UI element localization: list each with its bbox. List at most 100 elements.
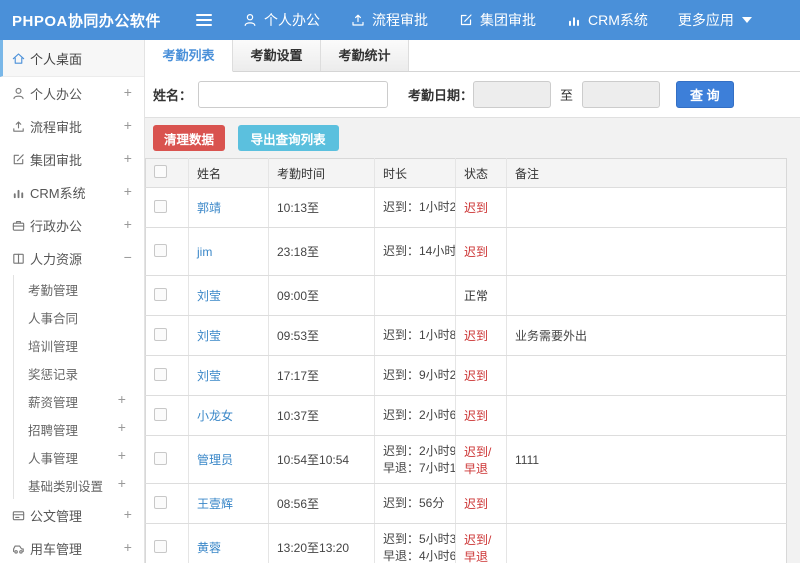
attendance-table: 姓名考勤时间时长状态备注 郭靖 10:13至迟到：1小时22分迟到 jim 23:18… xyxy=(145,158,787,563)
user-icon xyxy=(244,13,256,26)
date-from-input[interactable] xyxy=(473,81,552,108)
expander-icon[interactable]: + xyxy=(118,421,126,437)
topnav-item-1[interactable]: 个人办公 xyxy=(242,10,320,30)
expander-icon[interactable]: + xyxy=(124,541,132,557)
hamburger-menu-icon[interactable] xyxy=(196,14,212,26)
employee-name-link[interactable]: 刘莹 xyxy=(197,369,221,383)
time-cell: 08:56至 xyxy=(268,483,375,524)
duration-cell: 迟到：1小时88分 xyxy=(374,315,456,356)
topnav-item-4[interactable]: CRM系统 xyxy=(566,10,648,30)
sidebar-subitem[interactable]: 人事管理 + xyxy=(14,443,144,471)
duration-cell: 迟到：2小时90分早退：7小时10分 xyxy=(374,435,456,484)
name-cell: 小龙女 xyxy=(188,395,269,436)
sidebar-subitem[interactable]: 奖惩记录 xyxy=(14,359,144,387)
user-icon xyxy=(12,87,24,100)
app-title: PHPOA协同办公软件 xyxy=(12,12,161,30)
row-checkbox[interactable] xyxy=(154,451,167,465)
main-content: 考勤列表 考勤设置 考勤统计 姓名： 考勤日期： 至 查 询 清理数据 导出查询列表… xyxy=(145,40,800,563)
status-badge: 迟到 xyxy=(464,245,489,259)
select-all-checkbox[interactable] xyxy=(154,165,167,178)
employee-name-link[interactable]: 小龙女 xyxy=(197,409,233,423)
status-badge: 迟到 xyxy=(464,329,489,343)
sidebar-subitem[interactable]: 招聘管理 + xyxy=(14,415,144,443)
employee-name-link[interactable]: 黄蓉 xyxy=(197,541,221,555)
name-cell: 黄蓉 xyxy=(188,523,269,563)
sidebar-subitem[interactable]: 考勤管理 xyxy=(14,275,144,303)
sidebar-item[interactable]: 个人桌面 xyxy=(0,40,144,77)
row-checkbox[interactable] xyxy=(154,495,167,509)
row-checkbox[interactable] xyxy=(154,199,167,213)
sidebar-subitem[interactable]: 培训管理 xyxy=(14,331,144,359)
expander-icon[interactable]: + xyxy=(124,218,132,234)
status-cell: 迟到 xyxy=(455,187,507,228)
table-row: 刘莹 17:17至迟到：9小时28分迟到 xyxy=(145,355,787,396)
tab[interactable]: 考勤统计 xyxy=(321,40,409,71)
table-row: jim 23:18至迟到：14小时30分迟到 xyxy=(145,227,787,276)
row-checkbox[interactable] xyxy=(154,287,167,301)
search-button[interactable]: 查 询 xyxy=(676,81,734,108)
employee-name-link[interactable]: 刘莹 xyxy=(197,289,221,303)
name-input[interactable] xyxy=(198,81,389,108)
toolbar: 清理数据 导出查询列表 xyxy=(145,118,800,158)
sidebar-item[interactable]: 流程审批 + xyxy=(0,110,144,143)
name-cell: 管理员 xyxy=(188,435,269,484)
duration-cell: 迟到：2小时62分 xyxy=(374,395,456,436)
tab[interactable]: 考勤列表 xyxy=(145,40,233,72)
status-cell: 迟到 xyxy=(455,315,507,356)
sidebar-item[interactable]: CRM系统 + xyxy=(0,176,144,209)
tab[interactable]: 考勤设置 xyxy=(233,40,321,71)
sidebar-item[interactable]: 行政办公 + xyxy=(0,209,144,242)
date-to-input[interactable] xyxy=(582,81,661,108)
expander-icon[interactable]: − xyxy=(124,251,132,267)
workflow-icon xyxy=(12,121,24,132)
employee-name-link[interactable]: 郭靖 xyxy=(197,201,221,215)
chart-icon xyxy=(13,189,23,199)
sidebar-item[interactable]: 公文管理 + xyxy=(0,499,144,532)
expander-icon[interactable]: + xyxy=(118,477,126,493)
sidebar-item[interactable]: 集团审批 + xyxy=(0,143,144,176)
document-icon xyxy=(12,511,24,521)
expander-icon[interactable]: + xyxy=(124,185,132,201)
expander-icon[interactable]: + xyxy=(124,508,132,524)
duration-cell: 迟到：56分 xyxy=(374,483,456,524)
column-header: 姓名 xyxy=(188,158,269,188)
table-row: 刘莹 09:00至 正常 xyxy=(145,275,787,316)
row-checkbox[interactable] xyxy=(154,539,167,553)
sidebar-subitem[interactable]: 基础类别设置 + xyxy=(14,471,144,499)
expander-icon[interactable]: + xyxy=(118,393,126,409)
clean-data-button[interactable]: 清理数据 xyxy=(153,125,226,151)
row-checkbox-cell xyxy=(145,435,189,484)
status-badge: 迟到 xyxy=(464,409,489,423)
status-cell: 迟到 xyxy=(455,395,507,436)
row-checkbox[interactable] xyxy=(154,327,167,341)
expander-icon[interactable]: + xyxy=(124,119,132,135)
note-cell xyxy=(506,483,787,524)
status-cell: 迟到/早退 xyxy=(455,523,507,563)
employee-name-link[interactable]: jim xyxy=(197,245,212,259)
employee-name-link[interactable]: 管理员 xyxy=(197,453,233,467)
column-header: 时长 xyxy=(374,158,456,188)
table-body: 郭靖 10:13至迟到：1小时22分迟到 jim 23:18至迟到：14小时30分迟到… xyxy=(145,187,787,563)
sidebar-item[interactable]: 用车管理 + xyxy=(0,532,144,563)
name-label: 姓名： xyxy=(153,88,193,103)
topnav-item-2[interactable]: 流程审批 xyxy=(350,10,428,30)
status-cell: 迟到 xyxy=(455,483,507,524)
row-checkbox[interactable] xyxy=(154,407,167,421)
row-checkbox[interactable] xyxy=(154,367,167,381)
sidebar-subitem[interactable]: 薪资管理 + xyxy=(14,387,144,415)
row-checkbox[interactable] xyxy=(154,243,167,257)
column-header: 备注 xyxy=(506,158,787,188)
employee-name-link[interactable]: 刘莹 xyxy=(197,329,221,343)
topnav-item-5[interactable]: 更多应用 xyxy=(678,10,752,30)
sidebar-item[interactable]: 人力资源 − xyxy=(0,242,144,275)
expander-icon[interactable]: + xyxy=(124,86,132,102)
expander-icon[interactable]: + xyxy=(124,152,132,168)
expander-icon[interactable]: + xyxy=(118,449,126,465)
note-cell xyxy=(506,395,787,436)
topnav-item-3[interactable]: 集团审批 xyxy=(458,10,536,30)
export-list-button[interactable]: 导出查询列表 xyxy=(237,125,339,151)
sidebar-subitem[interactable]: 人事合同 xyxy=(14,303,144,331)
table-row: 管理员 10:54至10:54迟到：2小时90分早退：7小时10分迟到/早退 111… xyxy=(145,435,787,484)
employee-name-link[interactable]: 王壹辉 xyxy=(197,497,233,511)
sidebar-item[interactable]: 个人办公 + xyxy=(0,77,144,110)
